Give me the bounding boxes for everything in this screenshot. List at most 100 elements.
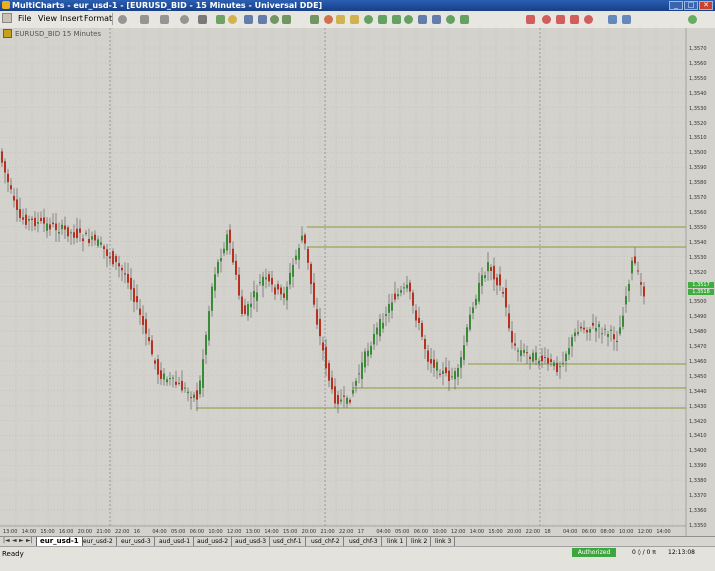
crosshair-icon[interactable] bbox=[258, 15, 267, 24]
tab-next-button[interactable]: ► bbox=[19, 537, 24, 544]
minimize-button[interactable]: _ bbox=[669, 1, 683, 10]
vertical-line-icon[interactable] bbox=[556, 15, 565, 24]
pan-icon[interactable] bbox=[460, 15, 469, 24]
tab-link-2[interactable]: link 2 bbox=[408, 537, 432, 546]
symbol-label: EURUSD_BID 15 Minutes bbox=[3, 29, 101, 38]
close-doc-icon[interactable] bbox=[180, 15, 189, 24]
price-tick-label: 1,3550 bbox=[689, 224, 707, 231]
tab-aud-usd-3[interactable]: aud_usd-3 bbox=[232, 537, 271, 546]
candle-body bbox=[583, 327, 585, 330]
more-icon[interactable] bbox=[688, 15, 697, 24]
candle-body bbox=[133, 288, 135, 302]
channel-icon[interactable] bbox=[608, 15, 617, 24]
candle-body bbox=[202, 359, 204, 388]
app-icon bbox=[2, 1, 10, 9]
candle-body bbox=[73, 232, 75, 238]
candle-icon[interactable] bbox=[310, 15, 319, 24]
candle-body bbox=[82, 238, 84, 242]
candle-body bbox=[541, 355, 543, 362]
restore-icon[interactable] bbox=[160, 15, 169, 24]
prev-icon[interactable] bbox=[392, 15, 401, 24]
price-tick-label: 1,3570 bbox=[689, 46, 707, 52]
candle-body bbox=[46, 223, 48, 231]
candle-body bbox=[397, 294, 399, 297]
time-tick-label: 04:00 bbox=[152, 529, 167, 535]
hourglass-icon[interactable] bbox=[324, 15, 333, 24]
candle-body bbox=[478, 282, 480, 302]
candle-body bbox=[604, 328, 606, 330]
chart-area[interactable]: EURUSD_BID 15 Minutes 1,3570 1,3560 1,3550… bbox=[0, 28, 715, 540]
time-tick-label: 16:00 bbox=[59, 529, 74, 535]
zoom-in-icon[interactable] bbox=[418, 15, 427, 24]
arrow-right-icon[interactable] bbox=[350, 15, 359, 24]
tab-link-1[interactable]: link 1 bbox=[384, 537, 408, 546]
bar-icon[interactable] bbox=[282, 15, 291, 24]
fib-icon[interactable] bbox=[584, 15, 593, 24]
candle-body bbox=[292, 264, 294, 277]
new-window-icon[interactable] bbox=[118, 15, 127, 24]
menu-file[interactable]: File bbox=[18, 14, 31, 23]
tab-first-button[interactable]: |◄ bbox=[3, 537, 10, 544]
price-tick-label: 1,3490 bbox=[689, 314, 707, 321]
candle-body bbox=[307, 248, 309, 263]
tab-usd-chf-1[interactable]: usd_chf-1 bbox=[270, 537, 306, 546]
candle-body bbox=[595, 327, 597, 332]
symbol-name: EURUSD_BID bbox=[15, 29, 61, 38]
time-tick-label: 12:00 bbox=[451, 529, 466, 535]
candle-body bbox=[58, 231, 60, 234]
menu-view[interactable]: View bbox=[38, 14, 57, 23]
tab-prev-button[interactable]: ◄ bbox=[12, 537, 17, 544]
ray-icon[interactable] bbox=[570, 15, 579, 24]
zoom-out-icon[interactable] bbox=[432, 15, 441, 24]
time-tick-label: 16 bbox=[133, 529, 141, 535]
tab-usd-chf-2[interactable]: usd_chf-2 bbox=[308, 537, 344, 546]
price-tick-label: 1,3440 bbox=[689, 388, 707, 395]
candle-body bbox=[4, 161, 6, 173]
tab-eur-usd-2[interactable]: eur_usd-2 bbox=[80, 537, 117, 546]
tab-aud-usd-1[interactable]: aud_usd-1 bbox=[156, 537, 195, 546]
tab-last-button[interactable]: ►| bbox=[26, 537, 33, 544]
refresh-icon[interactable] bbox=[446, 15, 455, 24]
arrow-left-icon[interactable] bbox=[336, 15, 345, 24]
tab-eur-usd-3[interactable]: eur_usd-3 bbox=[118, 537, 155, 546]
volume-icon[interactable] bbox=[270, 15, 279, 24]
tab-usd-chf-3[interactable]: usd_chf-3 bbox=[346, 537, 382, 546]
doc-icon[interactable] bbox=[2, 13, 12, 23]
minimize-icon[interactable] bbox=[140, 15, 149, 24]
window-controls: _ □ ✕ bbox=[668, 1, 713, 10]
maximize-button[interactable]: □ bbox=[684, 1, 698, 10]
candle-body bbox=[43, 217, 45, 224]
candle-body bbox=[535, 352, 537, 361]
candle-body bbox=[607, 334, 609, 337]
candle-body bbox=[571, 337, 573, 347]
candle-body bbox=[625, 296, 627, 305]
chevron-icon[interactable] bbox=[198, 15, 207, 24]
cursor-icon[interactable] bbox=[244, 15, 253, 24]
candle-body bbox=[61, 224, 63, 230]
circle-icon[interactable] bbox=[364, 15, 373, 24]
candle-body bbox=[223, 248, 225, 254]
menu-insert[interactable]: Insert bbox=[60, 14, 83, 23]
chart-type-icon[interactable] bbox=[216, 15, 225, 24]
candle-body bbox=[55, 223, 57, 231]
status-clock: 12:13:08 bbox=[668, 549, 695, 556]
menu-bar: File View Insert Format bbox=[0, 11, 715, 29]
menu-format[interactable]: Format bbox=[84, 14, 112, 23]
candle-body bbox=[610, 329, 612, 331]
horizontal-line-icon[interactable] bbox=[542, 15, 551, 24]
candle-body bbox=[112, 251, 114, 265]
candle-body bbox=[355, 380, 357, 386]
next-icon[interactable] bbox=[404, 15, 413, 24]
candle-body bbox=[76, 228, 78, 239]
text-icon[interactable] bbox=[622, 15, 631, 24]
close-button[interactable]: ✕ bbox=[699, 1, 713, 10]
drawing-icon[interactable] bbox=[228, 15, 237, 24]
candle-body bbox=[175, 381, 177, 385]
candle-body bbox=[424, 338, 426, 350]
tab-aud-usd-2[interactable]: aud_usd-2 bbox=[194, 537, 233, 546]
candle-body bbox=[253, 291, 255, 298]
trendline-icon[interactable] bbox=[526, 15, 535, 24]
diamond-icon[interactable] bbox=[378, 15, 387, 24]
time-tick-label: 10:00 bbox=[208, 529, 223, 535]
tab-link-3[interactable]: link 3 bbox=[432, 537, 456, 546]
